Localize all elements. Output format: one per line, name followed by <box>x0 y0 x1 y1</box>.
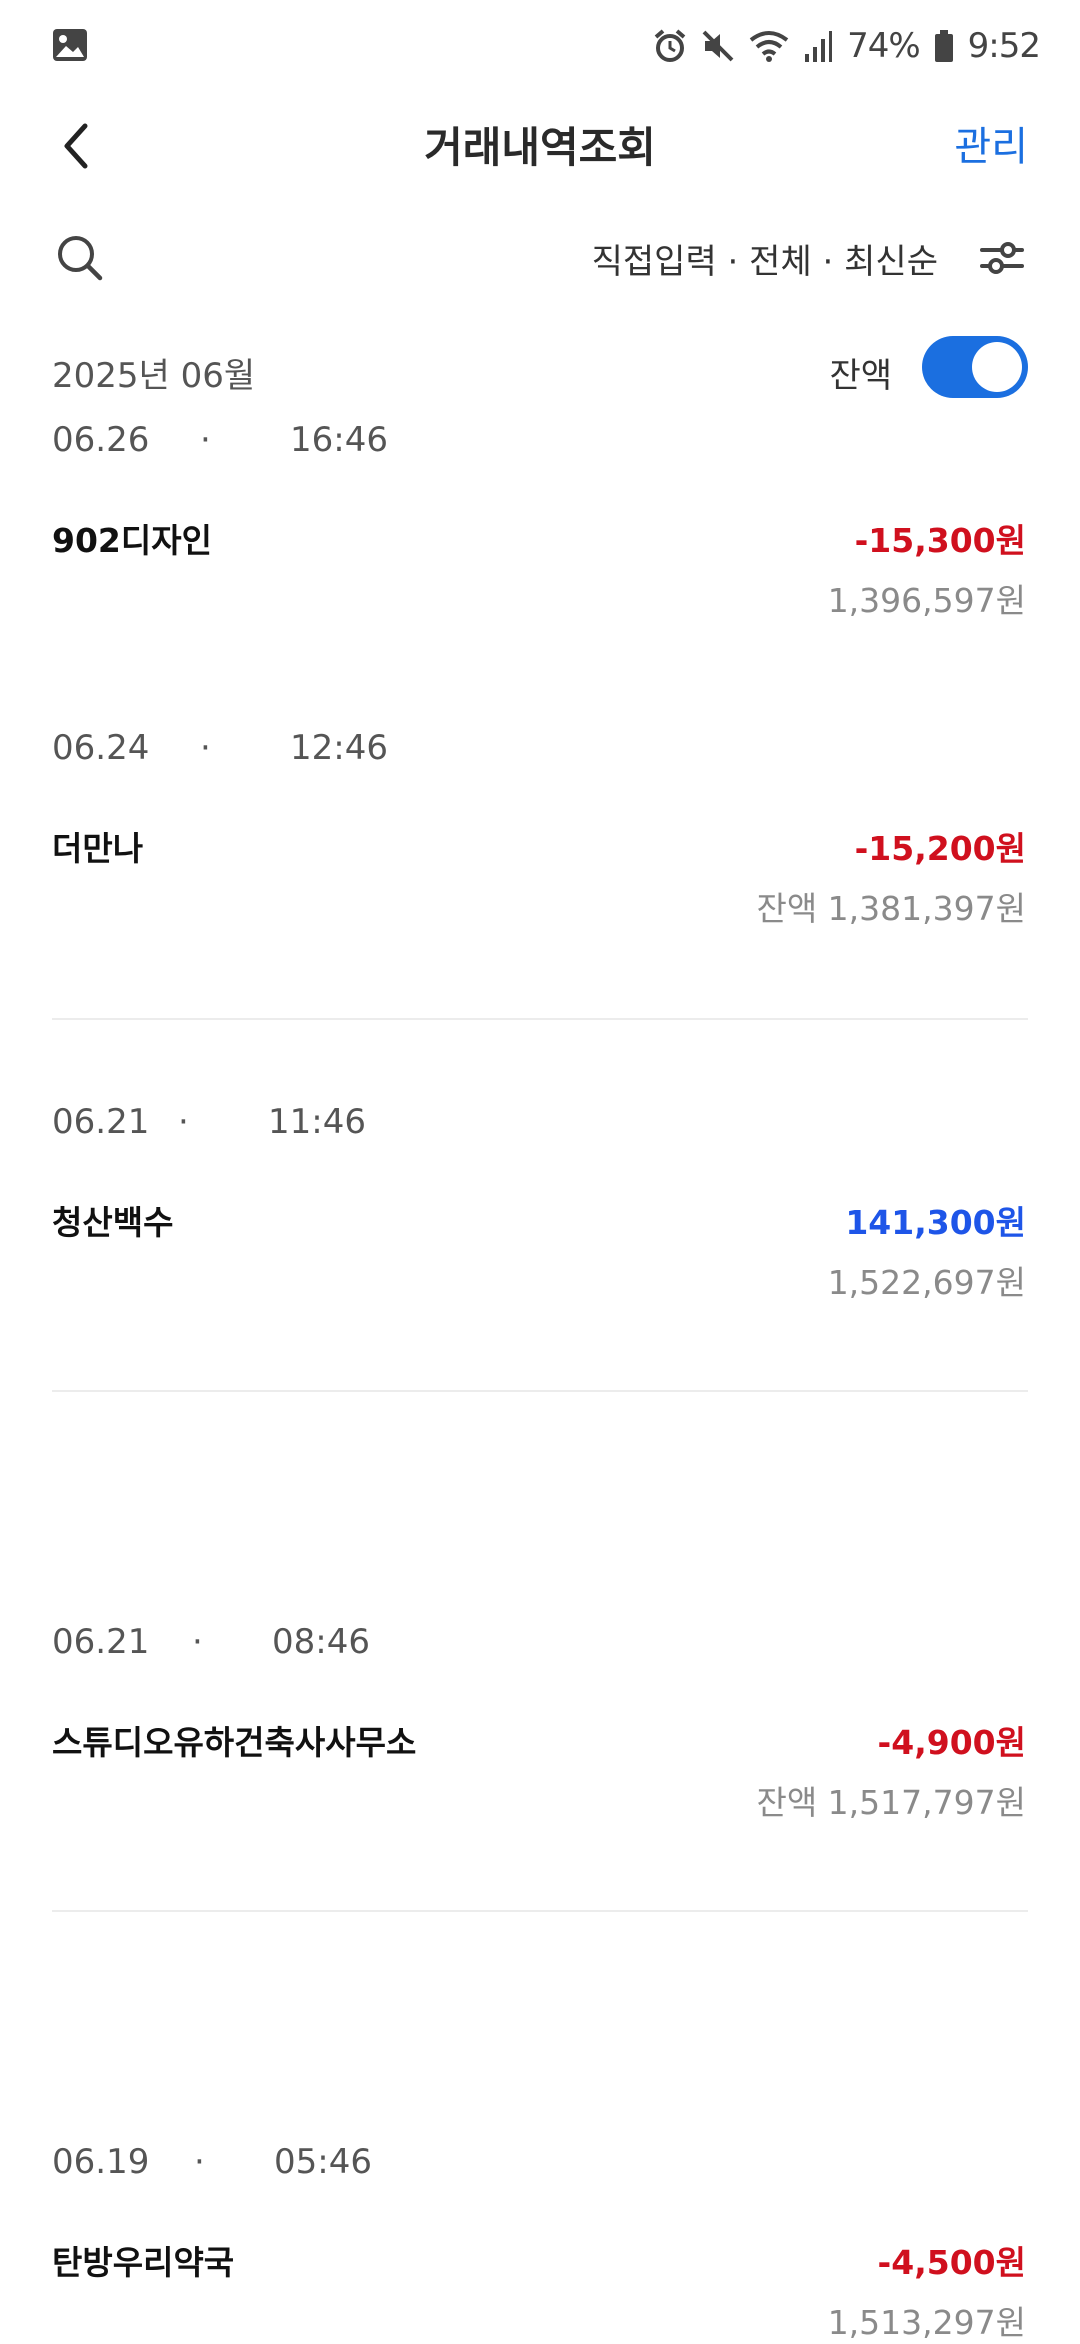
list-divider <box>52 1390 1028 1392</box>
list-divider <box>52 1018 1028 1020</box>
battery-icon <box>934 29 954 63</box>
battery-percent: 74% <box>847 26 921 66</box>
date-separator: · <box>200 420 211 460</box>
date-separator: · <box>200 728 211 768</box>
manage-button[interactable]: 관리 <box>954 114 1028 172</box>
status-icons: 74% 9:52 <box>653 24 1041 68</box>
filter-summary[interactable]: 직접입력 · 전체 · 최신순 <box>592 234 938 283</box>
merchant-name: 청산백수 <box>52 1203 174 1242</box>
filter-sliders-icon <box>980 242 1024 274</box>
app-bar: 거래내역조회 관리 <box>0 100 1080 190</box>
month-row: 2025년 06월 잔액 <box>0 330 1080 410</box>
transaction-amount: -15,200원 <box>854 829 1026 868</box>
transaction-time: 16:46 <box>290 420 388 460</box>
toggle-knob <box>972 342 1022 392</box>
status-bar: 74% 9:52 <box>0 0 1080 92</box>
list-divider <box>52 1910 1028 1912</box>
filter-row: 직접입력 · 전체 · 최신순 <box>0 218 1080 298</box>
transaction-date: 06.19 <box>52 2142 150 2182</box>
date-separator: · <box>178 1102 189 1142</box>
date-separator: · <box>192 1622 203 1662</box>
search-icon <box>58 236 103 281</box>
wifi-icon <box>749 28 789 64</box>
merchant-name: 더만나 <box>52 829 144 868</box>
merchant-name: 902디자인 <box>52 521 212 560</box>
merchant-name: 탄방우리약국 <box>52 2243 235 2282</box>
transaction-balance: 잔액 1,381,397원 <box>756 889 1026 928</box>
balance-toggle-label: 잔액 <box>829 356 892 396</box>
balance-toggle[interactable] <box>922 336 1028 398</box>
mute-icon <box>701 28 735 64</box>
month-label: 2025년 06월 <box>52 356 256 396</box>
transaction-time: 08:46 <box>272 1622 370 1662</box>
transaction-balance: 1,396,597원 <box>827 581 1026 620</box>
transaction-time: 05:46 <box>274 2142 372 2182</box>
transaction-amount: -4,900원 <box>877 1723 1026 1762</box>
transaction-date: 06.26 <box>52 420 150 460</box>
transaction-date: 06.21 <box>52 1102 150 1142</box>
transaction-date: 06.21 <box>52 1622 150 1662</box>
transaction-date: 06.24 <box>52 728 150 768</box>
transaction-amount: -15,300원 <box>854 521 1026 560</box>
gallery-icon <box>52 28 88 62</box>
filter-settings-button[interactable] <box>976 232 1028 284</box>
transaction-balance: 잔액 1,517,797원 <box>756 1783 1026 1822</box>
clock: 9:52 <box>967 26 1041 66</box>
transaction-balance: 1,513,297원 <box>827 2303 1026 2342</box>
transaction-balance: 1,522,697원 <box>827 1263 1026 1302</box>
transaction-time: 12:46 <box>290 728 388 768</box>
merchant-name: 스튜디오유하건축사사무소 <box>52 1723 417 1762</box>
transaction-amount: -4,500원 <box>877 2243 1026 2282</box>
date-separator: · <box>194 2142 205 2182</box>
alarm-icon <box>653 28 687 64</box>
transaction-time: 11:46 <box>268 1102 366 1142</box>
signal-icon <box>803 28 833 64</box>
transaction-amount: 141,300원 <box>845 1203 1026 1242</box>
page-title: 거래내역조회 <box>424 123 656 172</box>
search-button[interactable] <box>52 230 108 286</box>
